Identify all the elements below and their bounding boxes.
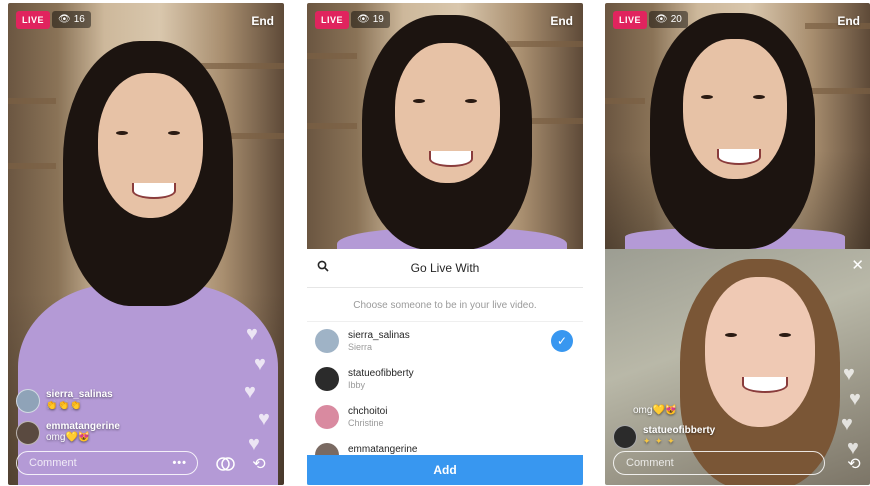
- comment-text: ✦ ✦ ✦: [643, 436, 676, 446]
- heart-icon: ♥: [849, 388, 861, 410]
- sheet-hint: Choose someone to be in your live video.: [307, 288, 583, 322]
- list-item[interactable]: statueofibberty Ibby: [307, 360, 583, 398]
- shelf: [8, 163, 56, 169]
- comment-item: emmatangerine omg💛😻: [16, 421, 120, 445]
- list-item-username: chchoitoi: [348, 406, 388, 417]
- live-badge: LIVE: [613, 11, 648, 29]
- flip-camera-icon[interactable]: ⟲: [248, 453, 270, 475]
- heart-icon: ♥: [843, 363, 855, 385]
- selected-check-icon[interactable]: ✓: [551, 330, 573, 352]
- viewer-count[interactable]: 👁 16: [52, 11, 91, 28]
- viewer-count-value: 16: [73, 14, 85, 25]
- eye-icon: 👁: [58, 14, 71, 25]
- comment-placeholder: Comment: [626, 457, 674, 469]
- sheet-title: Go Live With: [410, 261, 480, 275]
- heart-icon: ♥: [244, 381, 256, 403]
- end-button[interactable]: End: [837, 14, 860, 28]
- list-item-username: sierra_salinas: [348, 330, 410, 341]
- comment-placeholder: Comment: [29, 457, 77, 469]
- comment-text: omg💛😻: [46, 432, 91, 443]
- list-item[interactable]: sierra_salinas Sierra ✓: [307, 322, 583, 360]
- end-button[interactable]: End: [251, 14, 274, 28]
- comment-item: statueofibberty ✦ ✦ ✦: [613, 425, 715, 449]
- live-badge: LIVE: [315, 11, 350, 29]
- live-screen-solo: ♥ ♥ ♥ ♥ ♥ LIVE 👁 16 End sierra_salinas 👏…: [8, 3, 284, 485]
- live-screen-invite: LIVE 👁 19 End Go Live With Choose someon…: [307, 3, 583, 485]
- avatar[interactable]: [16, 389, 40, 413]
- avatar: [315, 329, 339, 353]
- add-guest-icon[interactable]: [214, 453, 236, 475]
- more-options-icon[interactable]: •••: [172, 457, 187, 469]
- end-button[interactable]: End: [550, 14, 573, 28]
- sheet-header: Go Live With: [307, 249, 583, 288]
- avatar: [315, 367, 339, 391]
- viewer-count[interactable]: 👁 20: [649, 11, 688, 28]
- list-item-name: Sierra: [348, 342, 373, 352]
- close-icon[interactable]: ✕: [851, 256, 864, 274]
- comment-username[interactable]: emmatangerine: [46, 421, 120, 432]
- live-screen-split: ✕ ♥ ♥ ♥ ♥ LIVE 👁 20 End omg💛😻 statueofib…: [605, 3, 870, 485]
- search-icon[interactable]: [317, 260, 329, 275]
- shelf: [507, 41, 583, 47]
- comment-text: omg💛😻: [633, 405, 678, 416]
- heart-icon: ♥: [258, 408, 270, 430]
- list-item-username: emmatangerine: [348, 444, 418, 455]
- comment-text: 👏👏👏: [46, 400, 83, 410]
- comment-input[interactable]: Comment: [613, 451, 825, 475]
- guest-video: [605, 249, 870, 485]
- list-item[interactable]: chchoitoi Christine: [307, 398, 583, 436]
- go-live-with-sheet: Go Live With Choose someone to be in you…: [307, 249, 583, 485]
- comment-username[interactable]: sierra_salinas: [46, 389, 113, 400]
- avatar: [315, 405, 339, 429]
- heart-icon: ♥: [841, 413, 853, 435]
- flip-camera-icon[interactable]: ⟲: [843, 453, 865, 475]
- shelf: [605, 98, 645, 104]
- list-item-name: Christine: [348, 418, 384, 428]
- avatar[interactable]: [16, 421, 40, 445]
- shelf: [307, 123, 357, 129]
- comment-input[interactable]: Comment •••: [16, 451, 198, 475]
- viewer-count[interactable]: 👁 19: [351, 11, 390, 28]
- avatar[interactable]: [613, 425, 637, 449]
- shelf: [198, 63, 284, 69]
- eye-icon: 👁: [655, 14, 668, 25]
- comment-item: sierra_salinas 👏👏👏: [16, 389, 113, 413]
- list-item-name: Ibby: [348, 380, 366, 390]
- heart-icon: ♥: [246, 323, 258, 345]
- heart-icon: ♥: [254, 353, 266, 375]
- shelf: [228, 133, 284, 139]
- live-badge: LIVE: [16, 11, 51, 29]
- list-item-username: statueofibberty: [348, 368, 414, 379]
- viewer-count-value: 20: [670, 14, 682, 25]
- shelf: [810, 88, 870, 94]
- eye-icon: 👁: [357, 14, 370, 25]
- shelf: [8, 98, 56, 104]
- comment-username[interactable]: statueofibberty: [643, 425, 715, 436]
- viewer-count-value: 19: [372, 14, 384, 25]
- add-button[interactable]: Add: [307, 455, 583, 485]
- shelf: [307, 53, 357, 59]
- comment-item: omg💛😻: [633, 405, 677, 416]
